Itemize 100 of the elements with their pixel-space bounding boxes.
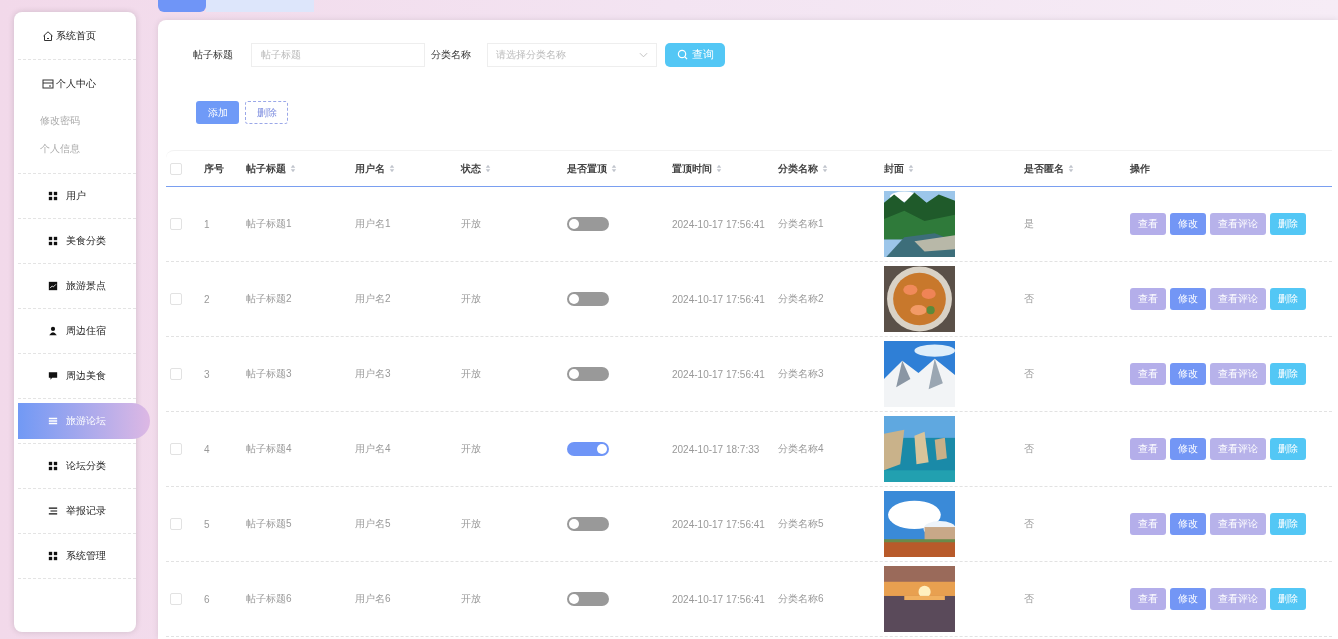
search-button[interactable]: 查询 <box>665 42 725 67</box>
checkbox[interactable] <box>170 162 182 175</box>
sort-icon[interactable] <box>1068 164 1074 173</box>
table-cell: 帖子标题5 <box>246 517 292 531</box>
table-cell: 用户名2 <box>355 292 391 306</box>
delete-button[interactable]: 删除 <box>1270 288 1306 310</box>
view-button[interactable]: 查看 <box>1130 213 1166 235</box>
column-header: 是否匿名 <box>1024 161 1064 176</box>
table-cell: 2 <box>204 293 210 305</box>
table-cell: 分类名称1 <box>778 217 824 231</box>
edit-button[interactable]: 修改 <box>1170 438 1206 460</box>
delete-button[interactable]: 删除 <box>1270 513 1306 535</box>
checkbox[interactable] <box>170 293 182 305</box>
checkbox[interactable] <box>170 443 182 455</box>
view-button[interactable]: 查看 <box>1130 513 1166 535</box>
column-header: 分类名称 <box>778 161 818 176</box>
column-header-cell[interactable]: 状态 <box>455 161 561 176</box>
column-header-cell[interactable]: 操作 <box>1124 161 1332 176</box>
table-cell: 6 <box>204 593 210 605</box>
column-header-cell[interactable]: 是否置顶 <box>561 161 666 176</box>
search-icon <box>676 49 688 60</box>
checkbox[interactable] <box>170 593 182 605</box>
edit-button[interactable]: 修改 <box>1170 363 1206 385</box>
sidebar-item[interactable]: 旅游景点 <box>18 264 136 308</box>
comments-button[interactable]: 查看评论 <box>1210 363 1266 385</box>
column-header-cell[interactable]: 帖子标题 <box>240 161 349 176</box>
sidebar-item[interactable]: 系统管理 <box>18 534 136 578</box>
tab[interactable] <box>158 0 206 12</box>
grid-icon <box>48 551 58 561</box>
sidebar-item[interactable]: 美食分类 <box>18 219 136 263</box>
view-button[interactable]: 查看 <box>1130 288 1166 310</box>
checkbox[interactable] <box>170 368 182 380</box>
view-button[interactable]: 查看 <box>1130 438 1166 460</box>
column-header-cell[interactable]: 置顶时间 <box>666 161 772 176</box>
column-header-cell[interactable]: 序号 <box>198 161 240 176</box>
sidebar-subitem[interactable]: 修改密码 <box>18 107 136 135</box>
home-icon <box>42 29 54 42</box>
toggle-switch[interactable] <box>567 292 609 306</box>
comments-button[interactable]: 查看评论 <box>1210 438 1266 460</box>
sort-icon[interactable] <box>908 164 914 173</box>
sidebar-item[interactable]: 周边住宿 <box>18 309 136 353</box>
toggle-switch[interactable] <box>567 592 609 606</box>
checkbox[interactable] <box>170 218 182 230</box>
column-header-cell[interactable]: 是否匿名 <box>1018 161 1124 176</box>
column-header-cell[interactable]: 用户名 <box>349 161 455 176</box>
edit-button[interactable]: 修改 <box>1170 213 1206 235</box>
toggle-switch[interactable] <box>567 217 609 231</box>
toggle-switch[interactable] <box>567 517 609 531</box>
sidebar-item[interactable]: 系统首页 <box>18 12 136 59</box>
column-header: 置顶时间 <box>672 161 712 176</box>
table-cell: 否 <box>1024 292 1034 306</box>
column-header: 封面 <box>884 161 904 176</box>
sidebar-item[interactable]: 论坛分类 <box>18 444 136 488</box>
chat-icon <box>48 371 58 381</box>
table-cell: 用户名5 <box>355 517 391 531</box>
edit-button[interactable]: 修改 <box>1170 513 1206 535</box>
table-cell: 1 <box>204 218 210 230</box>
sort-icon[interactable] <box>822 164 828 173</box>
table-cell: 帖子标题6 <box>246 592 292 606</box>
edit-button[interactable]: 修改 <box>1170 588 1206 610</box>
table-cell: 3 <box>204 368 210 380</box>
sort-icon[interactable] <box>389 164 395 173</box>
title-input[interactable]: 帖子标题 <box>251 42 425 67</box>
sort-icon[interactable] <box>290 164 296 173</box>
toggle-switch[interactable] <box>567 367 609 381</box>
table-cell: 开放 <box>461 367 481 381</box>
sidebar-item[interactable]: 用户 <box>18 174 136 218</box>
sidebar-subitem[interactable]: 个人信息 <box>18 135 136 163</box>
view-button[interactable]: 查看 <box>1130 363 1166 385</box>
table-cell: 4 <box>204 443 210 455</box>
delete-button[interactable]: 删除 <box>1270 438 1306 460</box>
checkbox[interactable] <box>170 518 182 530</box>
sort-icon[interactable] <box>716 164 722 173</box>
sidebar-item[interactable]: 个人中心 <box>18 60 136 107</box>
sidebar-item[interactable]: 周边美食 <box>18 354 136 398</box>
view-button[interactable]: 查看 <box>1130 588 1166 610</box>
sort-icon[interactable] <box>485 164 491 173</box>
delete-button[interactable]: 删除 <box>245 101 288 124</box>
tab[interactable] <box>206 0 314 12</box>
table-cell: 开放 <box>461 442 481 456</box>
comments-button[interactable]: 查看评论 <box>1210 288 1266 310</box>
column-header-cell[interactable]: 分类名称 <box>772 161 878 176</box>
sidebar-item[interactable]: 举报记录 <box>18 489 136 533</box>
add-button[interactable]: 添加 <box>196 101 239 124</box>
column-header-cell[interactable]: 封面 <box>878 161 1018 176</box>
sort-icon[interactable] <box>611 164 617 173</box>
sidebar-item[interactable]: 旅游论坛 <box>18 403 150 439</box>
table-cell: 帖子标题2 <box>246 292 292 306</box>
comments-button[interactable]: 查看评论 <box>1210 588 1266 610</box>
table-cell: 帖子标题1 <box>246 217 292 231</box>
field-label: 帖子标题 <box>193 47 233 62</box>
delete-button[interactable]: 删除 <box>1270 363 1306 385</box>
table-cell: 否 <box>1024 592 1034 606</box>
delete-button[interactable]: 删除 <box>1270 213 1306 235</box>
edit-button[interactable]: 修改 <box>1170 288 1206 310</box>
comments-button[interactable]: 查看评论 <box>1210 513 1266 535</box>
comments-button[interactable]: 查看评论 <box>1210 213 1266 235</box>
column-header: 操作 <box>1130 161 1150 176</box>
delete-button[interactable]: 删除 <box>1270 588 1306 610</box>
toggle-switch[interactable] <box>567 442 609 456</box>
